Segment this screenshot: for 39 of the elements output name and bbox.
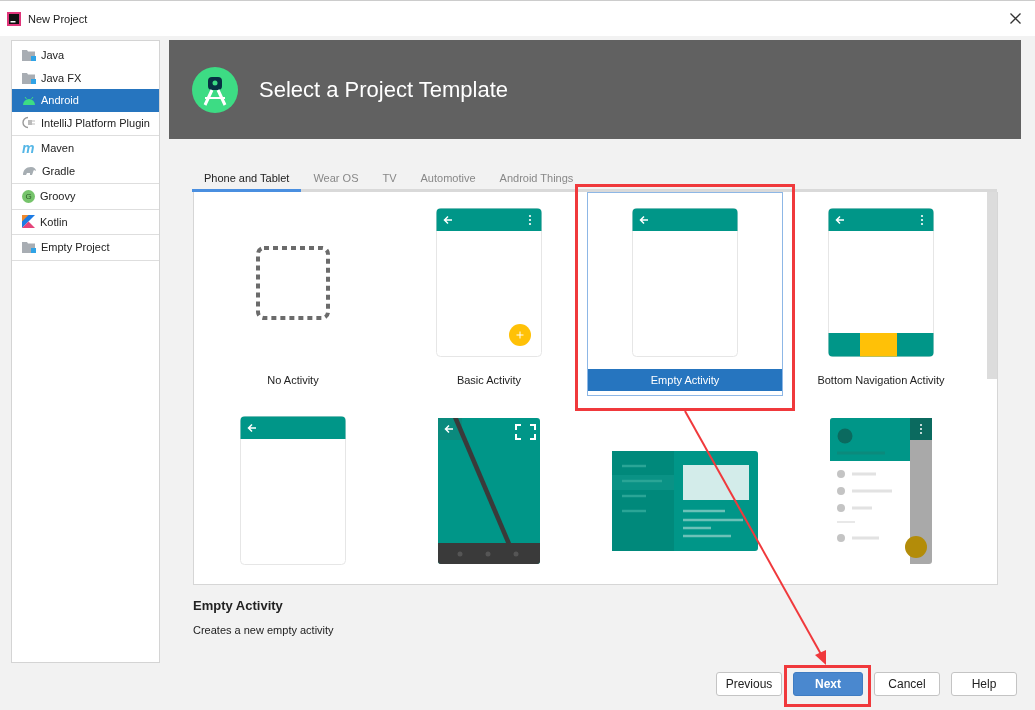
app-icon — [7, 11, 21, 26]
template-card[interactable]: Basic Activity — [391, 192, 587, 396]
dialog-button[interactable]: Help — [951, 672, 1017, 696]
description-text: Creates a new empty activity — [193, 624, 335, 636]
android-icon — [22, 95, 36, 105]
groovy-icon: G — [22, 189, 35, 203]
template-card[interactable]: Empty Activity — [587, 192, 783, 396]
template-card[interactable]: Bottom Navigation Activity — [783, 192, 979, 396]
dialog-button[interactable]: Cancel — [874, 672, 940, 696]
sidebar-item[interactable]: IntelliJ Platform Plugin — [12, 111, 159, 134]
dotted-square-icon — [255, 245, 331, 321]
window-title: New Project — [28, 12, 89, 25]
kotlin-icon — [22, 215, 35, 229]
maven-icon: m — [22, 141, 36, 156]
folder-icon — [22, 49, 36, 62]
template-name: Basic Activity — [455, 373, 523, 388]
template-name: Bottom Navigation Activity — [816, 373, 946, 388]
close-icon[interactable] — [1010, 13, 1021, 24]
sidebar-item[interactable]: Java — [12, 44, 159, 67]
header-title: Select a Project Template — [259, 76, 509, 103]
template-name: Empty Activity — [588, 369, 782, 391]
sidebar-item[interactable]: Kotlin — [12, 210, 159, 233]
android-studio-logo-icon — [192, 66, 238, 113]
sidebar-item[interactable]: Empty Project — [12, 236, 159, 259]
template-card[interactable]: No Activity — [195, 192, 391, 396]
dialog-button[interactable]: Previous — [716, 672, 782, 696]
sidebar-item[interactable]: G Groovy — [12, 185, 159, 208]
sidebar-item[interactable]: m Maven — [12, 137, 159, 160]
sidebar-item[interactable]: Android — [12, 89, 159, 112]
primary-button[interactable]: Next — [793, 672, 863, 696]
template-name: No Activity — [266, 373, 320, 388]
sidebar-item[interactable]: Gradle — [12, 159, 159, 182]
sidebar-item[interactable]: Java FX — [12, 66, 159, 89]
scrollbar-thumb[interactable] — [987, 192, 997, 379]
description-title: Empty Activity — [193, 598, 284, 613]
elephant-icon — [22, 165, 37, 176]
folder-icon — [22, 241, 36, 254]
folder-icon — [22, 71, 36, 84]
plug-icon — [22, 116, 36, 130]
